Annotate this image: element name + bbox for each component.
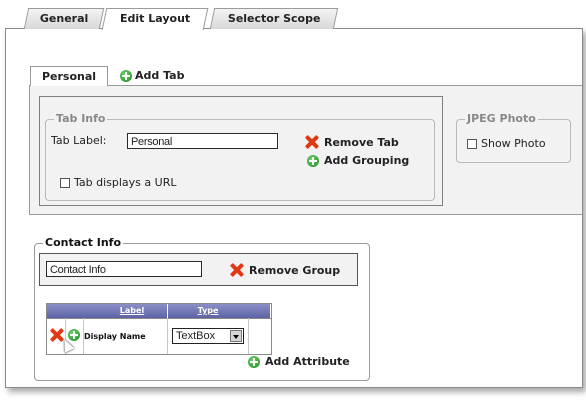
contact-info-legend: Contact Info bbox=[43, 236, 124, 249]
group-name-input[interactable]: Contact Info bbox=[46, 261, 202, 277]
add-tab-button[interactable]: Add Tab bbox=[120, 66, 184, 85]
subtab-personal-label: Personal bbox=[41, 70, 97, 83]
tab-general-label: General bbox=[39, 12, 89, 25]
remove-x-icon bbox=[305, 135, 319, 149]
show-photo-checkbox[interactable] bbox=[467, 139, 477, 149]
tab-selector-scope-label: Selector Scope bbox=[227, 12, 321, 25]
dropdown-arrow-icon bbox=[230, 330, 242, 342]
tab-info-legend: Tab Info bbox=[54, 112, 108, 125]
grid-header-type: Type bbox=[168, 304, 248, 318]
remove-tab-button[interactable]: Remove Tab bbox=[305, 135, 399, 149]
add-tab-label: Add Tab bbox=[135, 69, 185, 82]
grid-header-label: Label bbox=[97, 304, 167, 318]
add-grouping-label: Add Grouping bbox=[324, 154, 410, 167]
grid-header-end bbox=[248, 304, 270, 318]
add-grouping-button[interactable]: Add Grouping bbox=[307, 154, 409, 167]
remove-group-label: Remove Group bbox=[249, 263, 341, 277]
tab-selector-scope[interactable]: Selector Scope bbox=[209, 8, 339, 29]
plus-circle-icon bbox=[120, 69, 132, 82]
add-attribute-button[interactable]: Add Attribute bbox=[248, 355, 350, 368]
attribute-type-value: TextBox bbox=[176, 330, 216, 342]
remove-x-icon bbox=[230, 263, 244, 277]
grid-header-blank bbox=[47, 304, 97, 318]
tab-general[interactable]: General bbox=[23, 8, 105, 29]
tab-url-checkbox-label: Tab displays a URL bbox=[74, 176, 177, 189]
tab-edit-layout[interactable]: Edit Layout bbox=[101, 8, 209, 30]
tab-label-input[interactable]: Personal bbox=[127, 133, 278, 149]
plus-circle-icon bbox=[307, 154, 319, 167]
tab-label-caption: Tab Label: bbox=[51, 134, 107, 147]
tab-url-checkbox[interactable] bbox=[60, 178, 70, 188]
subtab-personal[interactable]: Personal bbox=[30, 66, 108, 86]
attribute-label-cell: Display Name bbox=[84, 332, 146, 341]
plus-circle-icon bbox=[248, 355, 260, 368]
tab-edit-layout-label: Edit Layout bbox=[119, 12, 191, 25]
add-attribute-label: Add Attribute bbox=[265, 355, 350, 368]
jpeg-photo-legend: JPEG Photo bbox=[465, 112, 538, 125]
attribute-type-select[interactable]: TextBox bbox=[172, 328, 244, 344]
remove-tab-label: Remove Tab bbox=[324, 135, 399, 149]
show-photo-label: Show Photo bbox=[481, 137, 546, 150]
remove-group-button[interactable]: Remove Group bbox=[230, 263, 340, 277]
